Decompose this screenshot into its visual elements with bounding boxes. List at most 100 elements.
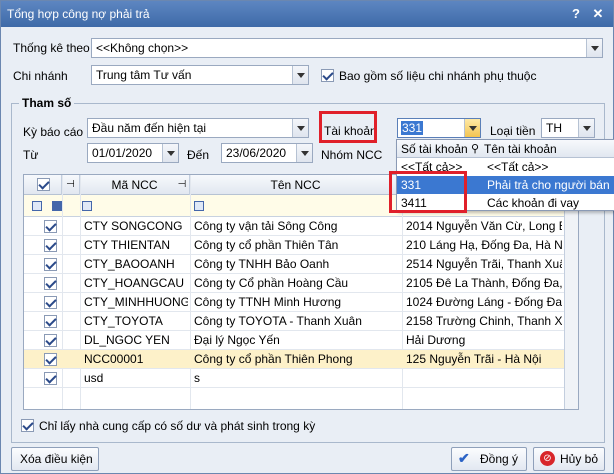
chi-nhanh-combo[interactable]: Trung tâm Tư vấn	[91, 65, 309, 85]
header-ten-ncc[interactable]: Tên NCC	[190, 175, 402, 195]
cell-ma: NCC00001	[84, 352, 144, 366]
cell-ten: Đại lý Ngọc Yến	[194, 333, 280, 347]
window-title: Tổng hợp công nợ phải trả	[7, 7, 150, 21]
chi-lay-checkbox[interactable]	[21, 419, 34, 432]
check-icon: ✔	[458, 450, 470, 466]
table-row[interactable]: CTY THIENTAN Công ty cổ phần Thiên Tân 2…	[24, 236, 578, 255]
dropdown-item-ten: Phải trả cho người bán	[487, 178, 610, 192]
help-button[interactable]: ?	[567, 5, 585, 23]
chevron-down-icon[interactable]	[292, 119, 308, 137]
ky-bao-cao-label: Kỳ báo cáo	[23, 125, 84, 139]
cell-ma: CTY_HOANGCAU	[84, 276, 185, 290]
cell-dia-chi: Hải Dương	[406, 333, 466, 347]
table-row[interactable]: CTY_MINHHUONG Công ty TTNH Minh Hương 10…	[24, 293, 578, 312]
filter-icon[interactable]	[194, 201, 204, 211]
tu-label: Từ	[23, 148, 39, 162]
tu-date[interactable]: 01/01/2020	[87, 143, 179, 163]
loai-tien-label: Loại tiền	[490, 124, 536, 138]
dropdown-col-ten: Tên tài khoản	[484, 142, 557, 156]
den-value: 23/06/2020	[226, 146, 287, 160]
cancel-icon: ⊘	[540, 451, 555, 466]
dropdown-col-so: Số tài khoản	[401, 142, 468, 156]
row-checkbox[interactable]	[44, 315, 57, 328]
chevron-down-icon[interactable]	[578, 119, 594, 137]
nhom-ncc-label: Nhóm NCC	[321, 148, 383, 162]
chi-nhanh-value: Trung tâm Tư vấn	[96, 68, 192, 82]
cell-ma: CTY_BAOOANH	[84, 257, 175, 271]
filter-icon[interactable]	[32, 201, 42, 211]
dialog-window: Tổng hợp công nợ phải trả ? ✕ Thống kê t…	[0, 0, 614, 474]
thong-ke-label: Thống kê theo	[13, 41, 90, 55]
table-row[interactable]: CTY_BAOOANH Công ty TNHH Bảo Oanh 2514 N…	[24, 255, 578, 274]
tu-value: 01/01/2020	[92, 146, 153, 160]
ky-bao-cao-value: Đầu năm đến hiện tại	[92, 121, 207, 135]
pin-icon[interactable]: ⊣	[62, 175, 80, 195]
cell-ten: Công ty vận tải Sông Công	[194, 219, 338, 233]
cell-dia-chi: 1024 Đường Láng - Đống Đa - Hà N...	[406, 295, 562, 309]
cell-dia-chi: 2014 Nguyễn Văn Cừ, Long Biên, ...	[406, 219, 562, 233]
cell-ten: Công ty cổ phần Thiên Phong	[194, 352, 353, 366]
tai-khoan-value: 331	[401, 121, 424, 135]
annotation-box-accounts	[389, 171, 467, 213]
table-row-selected[interactable]: NCC00001 Công ty cổ phần Thiên Phong 125…	[24, 350, 578, 369]
xoa-dieu-kien-label: Xóa điều kiện	[20, 452, 93, 466]
cell-ten: Công ty Cổ phần Hoàng Cầu	[194, 276, 349, 290]
bao-gom-checkbox[interactable]	[321, 69, 334, 82]
table-row[interactable]: CTY SONGCONG Công ty vận tải Sông Công 2…	[24, 217, 578, 236]
thong-ke-value: <<Không chọn>>	[96, 41, 189, 55]
chi-nhanh-label: Chi nhánh	[13, 69, 68, 83]
den-date[interactable]: 23/06/2020	[221, 143, 313, 163]
annotation-box-tai-khoan	[319, 111, 377, 143]
cell-dia-chi: 2158 Trường Chinh, Thanh Xuân, H...	[406, 314, 562, 328]
cell-ma: CTY THIENTAN	[84, 238, 171, 252]
filter-icon[interactable]	[82, 201, 92, 211]
row-checkbox[interactable]	[44, 239, 57, 252]
cell-ten: Công ty TTNH Minh Hương	[194, 295, 342, 309]
cell-ma: CTY_TOYOTA	[84, 314, 163, 328]
row-checkbox[interactable]	[44, 296, 57, 309]
row-checkbox[interactable]	[44, 353, 57, 366]
ky-bao-cao-combo[interactable]: Đầu năm đến hiện tại	[87, 118, 309, 138]
cell-dia-chi: 125 Nguyễn Trãi - Hà Nội	[406, 352, 542, 366]
row-checkbox[interactable]	[44, 258, 57, 271]
dropdown-item-ten: Các khoản đi vay	[487, 196, 580, 210]
table-row[interactable]: DL_NGOC YEN Đại lý Ngọc Yến Hải Dương	[24, 331, 578, 350]
cell-ma: CTY SONGCONG	[84, 219, 183, 233]
close-button[interactable]: ✕	[589, 5, 607, 23]
table-row[interactable]: CTY_TOYOTA Công ty TOYOTA - Thanh Xuân 2…	[24, 312, 578, 331]
cell-dia-chi: 2105 Đê La Thành, Đống Đa, Hà N...	[406, 276, 562, 290]
header-select-all[interactable]	[24, 175, 62, 195]
dong-y-label: Đồng ý	[480, 452, 519, 466]
tai-khoan-combo[interactable]: 331	[397, 118, 481, 138]
table-row[interactable]: CTY_HOANGCAU Công ty Cổ phần Hoàng Cầu 2…	[24, 274, 578, 293]
thong-ke-combo[interactable]: <<Không chọn>>	[91, 38, 603, 58]
cell-ten: Công ty TNHH Bảo Oanh	[194, 257, 330, 271]
xoa-dieu-kien-button[interactable]: Xóa điều kiện	[11, 447, 99, 471]
cell-ten: s	[194, 371, 200, 385]
chevron-down-icon[interactable]	[296, 144, 312, 162]
row-checkbox[interactable]	[44, 334, 57, 347]
title-bar: Tổng hợp công nợ phải trả ? ✕	[1, 1, 613, 27]
tham-so-title: Tham số	[19, 96, 75, 110]
chevron-down-icon[interactable]	[586, 39, 602, 57]
cell-dia-chi	[406, 369, 562, 388]
row-checkbox[interactable]	[44, 220, 57, 233]
cell-dia-chi: 2514 Nguyễn Trãi, Thanh Xuân, Hà...	[406, 257, 562, 271]
table-row[interactable]: usd s	[24, 369, 578, 388]
dong-y-button[interactable]: ✔ Đồng ý	[451, 447, 527, 471]
select-all-checkbox[interactable]	[37, 178, 50, 191]
chevron-down-icon[interactable]	[464, 119, 480, 137]
row-checkbox[interactable]	[44, 277, 57, 290]
filter-icon[interactable]	[52, 201, 62, 211]
chi-lay-label: Chỉ lấy nhà cung cấp có số dư và phát si…	[39, 419, 316, 433]
chevron-down-icon[interactable]	[292, 66, 308, 84]
chevron-down-icon[interactable]	[162, 144, 178, 162]
loai-tien-value: TH	[546, 121, 562, 135]
binoculars-icon: ⚲	[471, 143, 480, 155]
huy-bo-button[interactable]: ⊘ Hủy bỏ	[533, 447, 605, 471]
huy-bo-label: Hủy bỏ	[560, 452, 599, 466]
row-checkbox[interactable]	[44, 372, 57, 385]
cell-ten: Công ty cổ phần Thiên Tân	[194, 238, 339, 252]
loai-tien-combo[interactable]: TH	[541, 118, 595, 138]
pin-icon[interactable]: ⊣	[174, 175, 190, 195]
